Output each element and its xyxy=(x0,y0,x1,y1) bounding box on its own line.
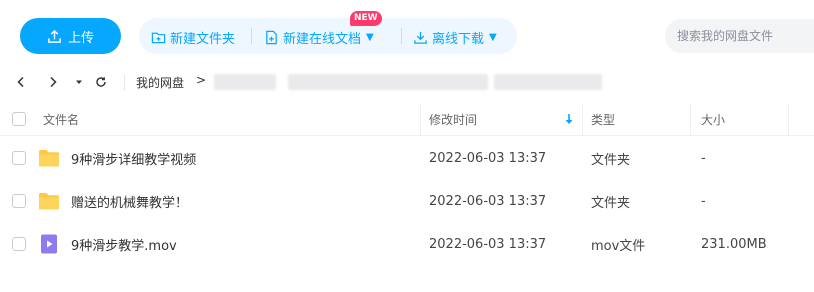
toolbar: 上传 新建文件夹 新建在线文档 ▼ NEW 离线下载 ▼ xyxy=(0,0,814,70)
redacted-breadcrumb xyxy=(288,74,488,90)
new-folder-label: 新建文件夹 xyxy=(170,32,236,47)
folder-icon xyxy=(39,193,59,210)
action-button-group: 新建文件夹 新建在线文档 ▼ NEW 离线下载 ▼ xyxy=(139,11,517,54)
chevron-down-icon: ▼ xyxy=(489,32,497,43)
file-table-header: 文件名 修改时间 类型 大小 xyxy=(0,103,814,136)
row-checkbox[interactable] xyxy=(12,237,26,251)
chevron-down-icon: ▼ xyxy=(366,32,374,43)
history-dropdown-icon[interactable] xyxy=(70,73,88,91)
column-header-modified[interactable]: 修改时间 xyxy=(429,103,477,136)
sort-descending-icon[interactable] xyxy=(564,112,574,126)
navigation-bar: 我的网盘 > xyxy=(0,70,814,96)
breadcrumb-root[interactable]: 我的网盘 xyxy=(136,74,184,91)
column-divider xyxy=(690,103,691,136)
column-header-name[interactable]: 文件名 xyxy=(43,103,79,136)
new-online-doc-button[interactable]: 新建在线文档 ▼ xyxy=(264,28,374,47)
forward-icon[interactable] xyxy=(44,73,62,91)
divider xyxy=(124,75,125,91)
column-divider xyxy=(582,103,583,136)
column-header-type[interactable]: 类型 xyxy=(591,103,615,136)
download-icon xyxy=(414,31,427,44)
column-header-size[interactable]: 大小 xyxy=(701,103,725,136)
file-size: 231.00MB xyxy=(701,237,767,252)
column-divider xyxy=(788,103,789,136)
modified-time: 2022-06-03 13:37 xyxy=(429,151,547,166)
new-doc-icon xyxy=(266,30,277,45)
new-online-doc-label: 新建在线文档 xyxy=(283,32,362,47)
modified-time: 2022-06-03 13:37 xyxy=(429,237,547,252)
row-checkbox[interactable] xyxy=(12,194,26,208)
column-divider xyxy=(420,103,421,136)
upload-label: 上传 xyxy=(67,30,94,46)
offline-download-button[interactable]: 离线下载 ▼ xyxy=(413,28,497,47)
file-type: mov文件 xyxy=(591,239,646,254)
select-all-checkbox[interactable] xyxy=(12,112,26,126)
modified-time: 2022-06-03 13:37 xyxy=(429,194,547,209)
row-checkbox[interactable] xyxy=(12,151,26,165)
redacted-breadcrumb xyxy=(214,74,276,90)
refresh-icon[interactable] xyxy=(92,73,110,91)
file-name[interactable]: 9种滑步教学.mov xyxy=(71,223,177,266)
file-name[interactable]: 赠送的机械舞教学！ xyxy=(71,180,188,223)
new-folder-icon xyxy=(151,32,166,44)
video-file-icon xyxy=(41,234,57,254)
upload-button[interactable]: 上传 xyxy=(20,18,121,54)
search-box[interactable] xyxy=(665,19,814,53)
table-row[interactable]: 9种滑步教学.mov 2022-06-03 13:37 mov文件 231.00… xyxy=(0,223,814,266)
file-size: - xyxy=(701,151,706,166)
redacted-breadcrumb xyxy=(494,74,602,90)
back-icon[interactable] xyxy=(12,73,30,91)
table-row[interactable]: 9种滑步详细教学视频 2022-06-03 13:37 文件夹 - xyxy=(0,137,814,180)
offline-download-label: 离线下载 xyxy=(432,32,485,47)
new-badge: NEW xyxy=(350,11,382,26)
new-folder-button[interactable]: 新建文件夹 xyxy=(151,28,235,47)
file-name[interactable]: 9种滑步详细教学视频 xyxy=(71,137,196,180)
divider xyxy=(401,28,402,44)
breadcrumb-separator: > xyxy=(196,73,207,87)
file-size: - xyxy=(701,194,706,209)
table-row[interactable]: 赠送的机械舞教学！ 2022-06-03 13:37 文件夹 - xyxy=(0,180,814,223)
search-input[interactable] xyxy=(677,29,805,43)
upload-icon xyxy=(48,29,61,43)
divider xyxy=(251,28,252,44)
folder-icon xyxy=(39,150,59,167)
file-type: 文件夹 xyxy=(591,196,631,211)
file-type: 文件夹 xyxy=(591,153,631,168)
